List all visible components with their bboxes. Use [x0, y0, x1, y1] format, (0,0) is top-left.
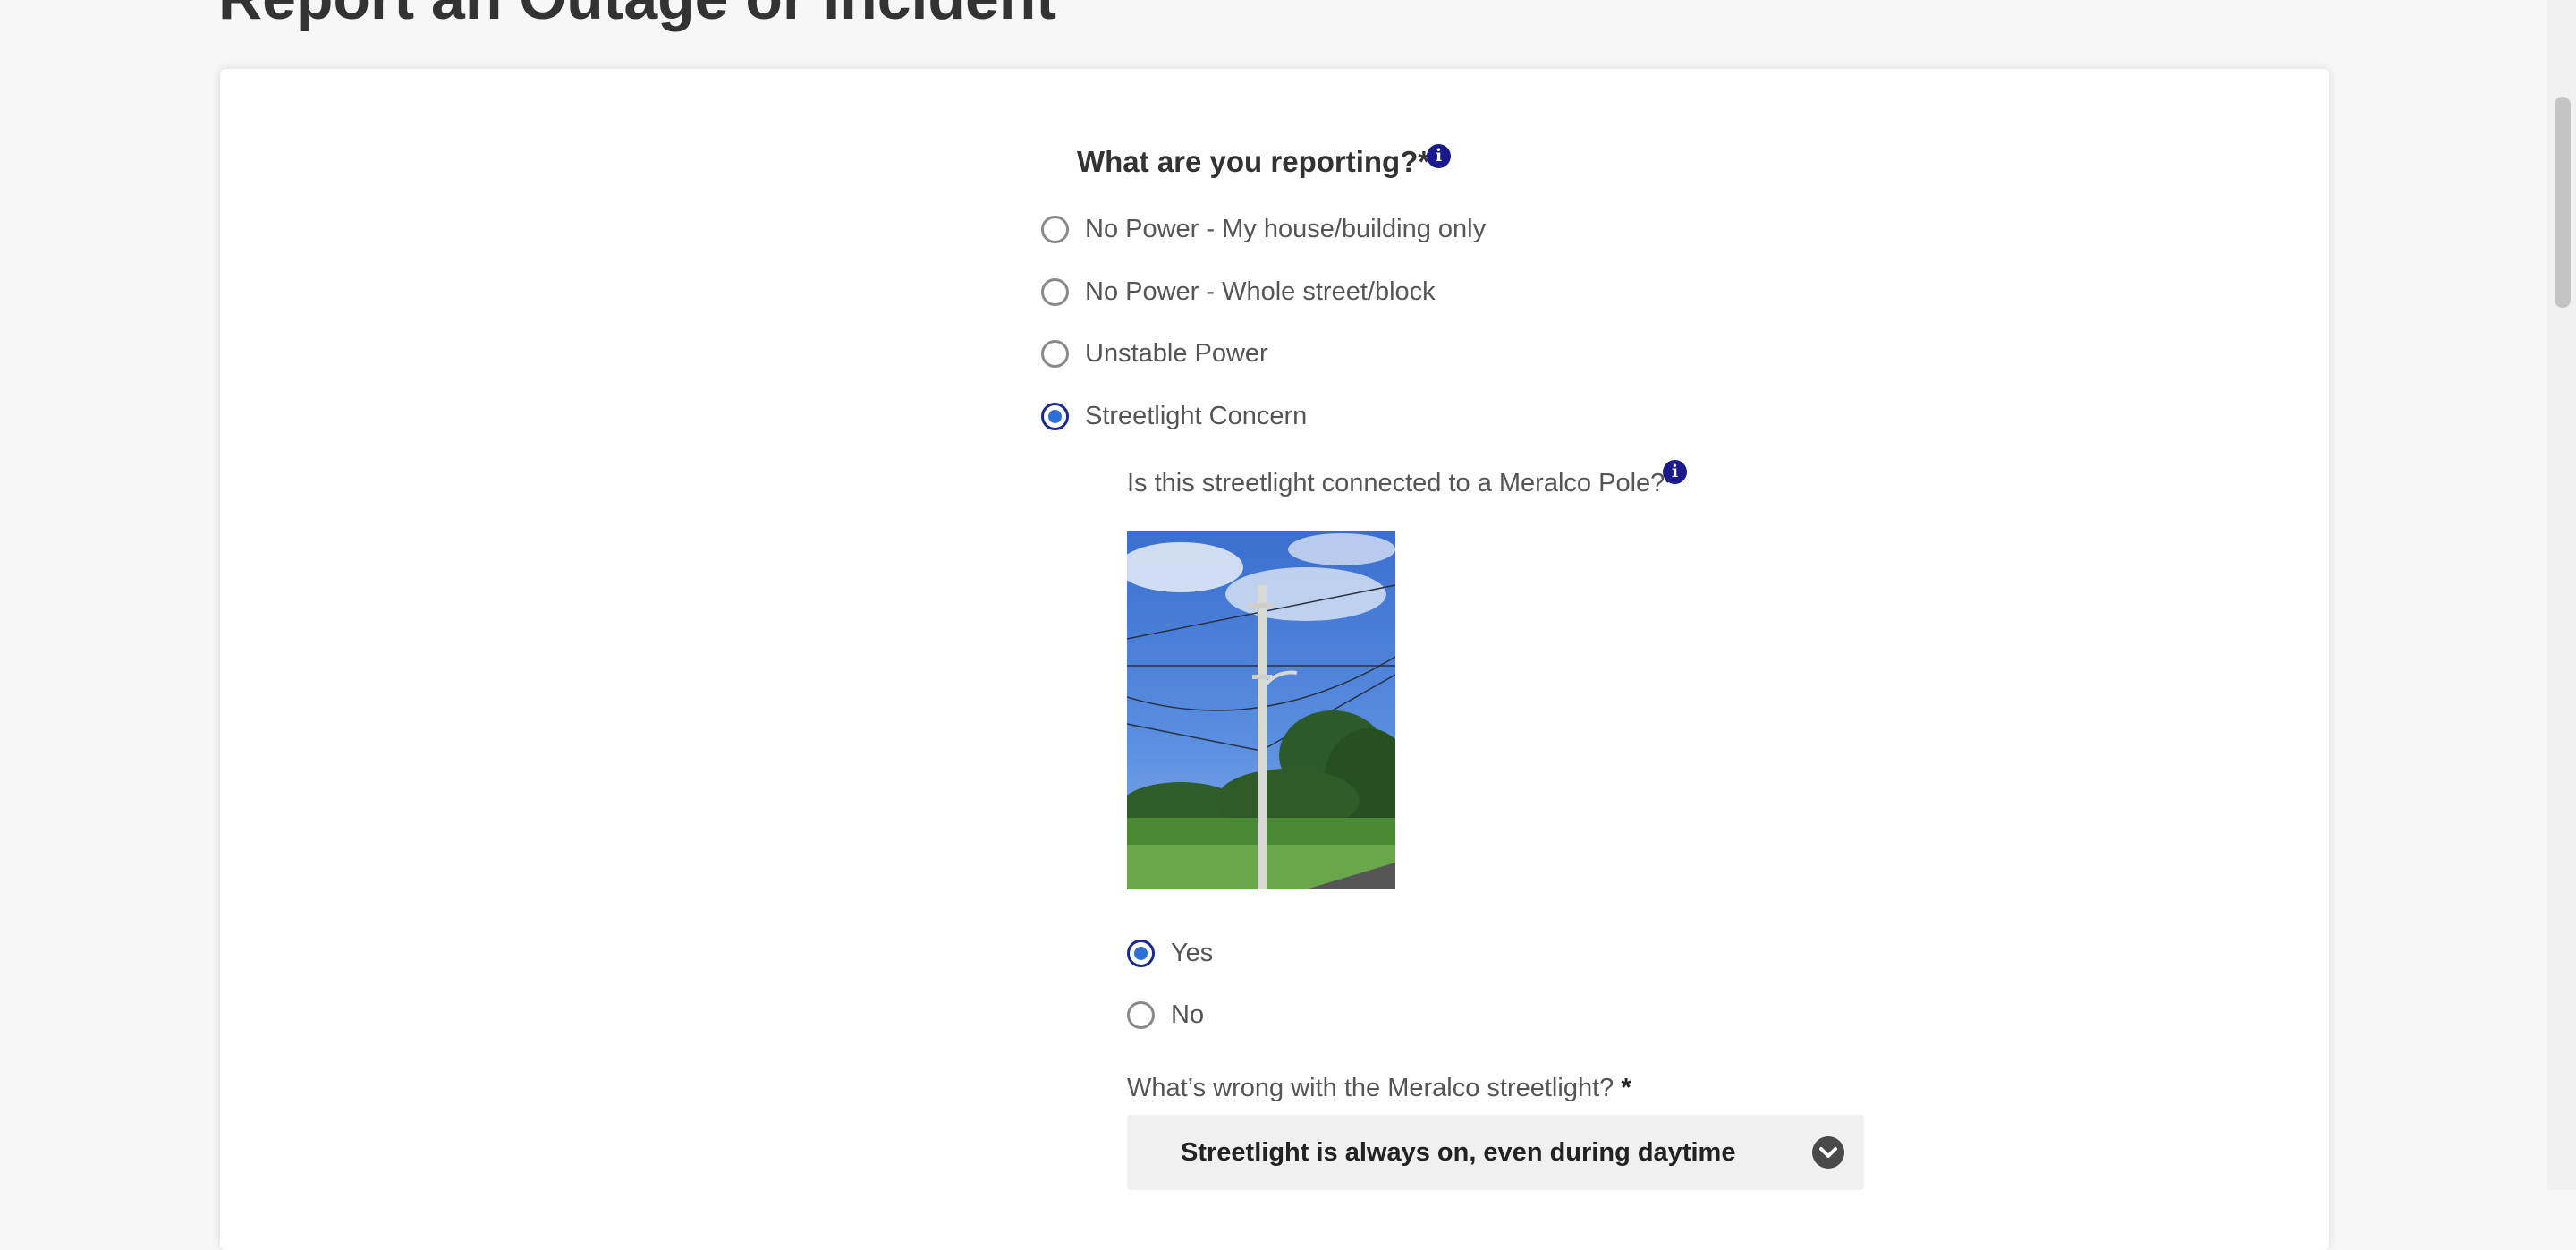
- meralco-pole-photo: [1127, 531, 1395, 889]
- radio-button[interactable]: [1041, 340, 1069, 368]
- meralco-pole-question: Is this streetlight connected to a Meral…: [1127, 469, 1675, 498]
- radio-button[interactable]: [1041, 278, 1069, 306]
- option-no-power-house[interactable]: No Power - My house/building only: [1041, 215, 1486, 244]
- page-title: Report an Outage or Incident: [218, 0, 1056, 36]
- select-value: Streetlight is always on, even during da…: [1181, 1138, 1736, 1167]
- radio-button-selected[interactable]: [1127, 940, 1155, 967]
- option-label: Yes: [1171, 939, 1214, 967]
- chevron-down-icon[interactable]: [1812, 1136, 1844, 1169]
- option-streetlight-concern[interactable]: Streetlight Concern: [1041, 402, 1307, 431]
- option-no[interactable]: No: [1127, 1000, 1204, 1030]
- radio-button[interactable]: [1041, 216, 1069, 243]
- option-label: No Power - My house/building only: [1085, 215, 1487, 243]
- required-mark: *: [1621, 1074, 1631, 1102]
- radio-button[interactable]: [1127, 1001, 1155, 1029]
- info-icon[interactable]: i: [1663, 460, 1687, 484]
- streetlight-issue-select[interactable]: Streetlight is always on, even during da…: [1127, 1115, 1864, 1190]
- option-yes[interactable]: Yes: [1127, 939, 1213, 968]
- option-label: No Power - Whole street/block: [1085, 277, 1436, 306]
- option-unstable-power[interactable]: Unstable Power: [1041, 339, 1268, 369]
- streetlight-issue-question: What’s wrong with the Meralco streetligh…: [1127, 1074, 1631, 1102]
- option-label: Streetlight Concern: [1085, 402, 1308, 430]
- info-icon[interactable]: i: [1427, 144, 1451, 168]
- option-no-power-street[interactable]: No Power - Whole street/block: [1041, 277, 1436, 307]
- option-label: No: [1171, 1000, 1205, 1029]
- radio-button-selected[interactable]: [1041, 403, 1069, 430]
- scrollbar-thumb[interactable]: [2555, 97, 2571, 308]
- option-label: Unstable Power: [1085, 339, 1268, 368]
- reporting-question: What are you reporting?*: [1077, 145, 1430, 178]
